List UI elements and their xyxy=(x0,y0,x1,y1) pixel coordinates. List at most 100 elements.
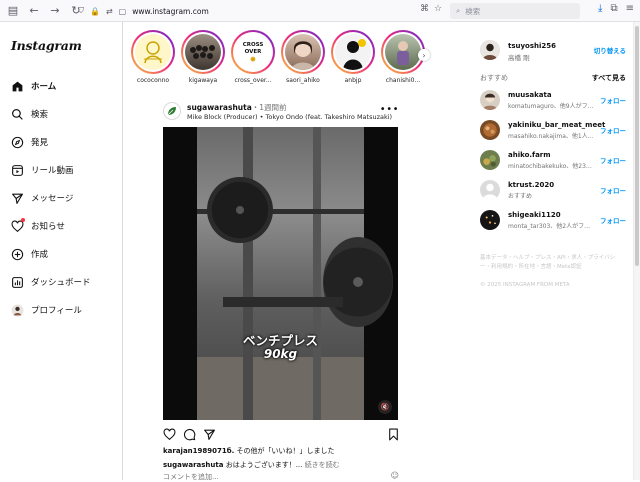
search-icon: ⌕ xyxy=(456,6,461,15)
default-avatar-icon[interactable] xyxy=(480,180,500,200)
likes-user[interactable]: karajan1989071б. xyxy=(163,447,234,455)
suggestion-subtitle: monta_tar303、他2人がフォロー中 xyxy=(508,223,596,230)
see-all-link[interactable]: すべて見る xyxy=(592,73,626,83)
permissions-icon[interactable]: ⇄ xyxy=(106,7,113,16)
url-text[interactable]: www.instagram.com xyxy=(132,7,209,16)
suggestion-avatar[interactable] xyxy=(480,120,500,140)
post-audio[interactable]: Mike Block (Producer) • Tokyo Ondo (feat… xyxy=(187,113,392,121)
follow-button[interactable]: フォロー xyxy=(600,155,626,165)
switch-account-button[interactable]: 切り替える xyxy=(594,45,626,55)
post-author[interactable]: sugawarashuta・1週間前 xyxy=(187,102,287,113)
follow-button[interactable]: フォロー xyxy=(600,125,626,135)
instagram-logo[interactable]: Instagram xyxy=(11,38,82,53)
reels-icon xyxy=(10,163,24,177)
caption-more-link[interactable]: 続きを読む xyxy=(305,461,340,469)
suggestion-avatar[interactable] xyxy=(480,90,500,110)
sidebar-toggle-icon[interactable]: ▤ xyxy=(5,3,21,19)
story-item[interactable]: anbjp xyxy=(328,30,378,84)
nav-notifications[interactable]: お知らせ xyxy=(10,217,65,235)
post-author-avatar[interactable] xyxy=(163,102,181,120)
nav-reels[interactable]: リール動画 xyxy=(10,161,74,179)
suggestion-username[interactable]: shigeaki1120 xyxy=(508,211,561,219)
follow-button[interactable]: フォロー xyxy=(600,215,626,225)
video-bench xyxy=(223,297,343,307)
current-username[interactable]: tsuyoshi256 xyxy=(508,42,556,50)
emoji-icon[interactable]: ☺ xyxy=(391,471,399,480)
nav-messages[interactable]: メッセージ xyxy=(10,189,73,207)
scrollbar-thumb[interactable] xyxy=(635,26,639,266)
current-user-avatar[interactable] xyxy=(480,40,500,60)
lock-icon[interactable]: 🔒 xyxy=(90,7,100,16)
post-caption: sugawarashuta おはようございます！... 続きを読む xyxy=(163,460,340,470)
home-icon xyxy=(10,79,24,93)
profile-avatar xyxy=(10,303,24,317)
plus-square-icon xyxy=(10,247,24,261)
suggestion-username[interactable]: muusakata xyxy=(508,91,552,99)
bookmark-star-icon[interactable]: ☆ xyxy=(434,4,442,14)
address-bar[interactable]: ⛉ 🔒 ⇄ ▢ www.instagram.com xyxy=(78,3,443,19)
story-item[interactable]: cococonno xyxy=(128,30,178,84)
back-icon[interactable]: ← xyxy=(26,3,42,19)
nav-home[interactable]: ホーム xyxy=(10,77,56,95)
send-icon xyxy=(10,191,24,205)
nav-dashboard[interactable]: ダッシュボード xyxy=(10,273,91,291)
video-plate-left xyxy=(207,177,273,243)
search-placeholder: 検索 xyxy=(465,6,481,16)
story-item[interactable]: CROSS OVER ✸ cross_over... xyxy=(228,30,278,84)
story-item[interactable]: kigawaya xyxy=(178,30,228,84)
translate-icon[interactable]: ⌘ xyxy=(420,4,429,14)
extensions-icon[interactable]: ⧉ xyxy=(610,3,617,14)
video-plate-right xyxy=(323,237,393,327)
follow-button[interactable]: フォロー xyxy=(600,185,626,195)
post-video[interactable]: ベンチプレス 90kg 🔇 xyxy=(163,127,398,420)
browser-toolbar: ▤ ← → ↻ ⛉ 🔒 ⇄ ▢ www.instagram.com ⌘ ☆ ⌕ … xyxy=(0,0,640,22)
nav-label: お知らせ xyxy=(31,222,65,232)
story-name: chanishi0... xyxy=(385,77,421,84)
suggestion-subtitle: masahiko.nakajima、他1人がフォロー中 xyxy=(508,133,596,140)
menu-icon[interactable]: ≡ xyxy=(626,3,634,14)
story-name: cococonno xyxy=(136,77,170,84)
nav-label: プロフィール xyxy=(31,306,82,316)
download-icon[interactable]: ⤓ xyxy=(598,3,602,14)
comment-input[interactable]: コメントを追加... ☺ xyxy=(163,471,399,482)
chevron-right-icon[interactable]: › xyxy=(418,49,430,61)
suggestion-item: ahiko.farm minatochibakekuko、他23人がフォロー中 … xyxy=(480,150,626,172)
stories-tray: cococonno kigawaya CROSS OVER ✸ cross_ov… xyxy=(122,30,437,90)
comment-icon[interactable] xyxy=(183,428,196,443)
bookmark-icon[interactable] xyxy=(388,428,399,443)
suggestion-subtitle: komatumaguro、他9人がフォロー中 xyxy=(508,103,596,110)
caption-username[interactable]: sugawarashuta xyxy=(163,461,223,469)
post-username[interactable]: sugawarashuta xyxy=(187,103,252,112)
suggestion-item: yakiniku_bar_meat_meet masahiko.nakajima… xyxy=(480,120,626,142)
suggestion-username[interactable]: yakiniku_bar_meat_meet xyxy=(508,121,605,129)
suggestion-username[interactable]: ktrust.2020 xyxy=(508,181,554,189)
suggestion-avatar[interactable] xyxy=(480,210,500,230)
nav-label: 発見 xyxy=(31,138,49,148)
footer-links[interactable]: 基本データ・ヘルプ・プレス・API・求人・プライバシー・利用規約・所在地・言語・… xyxy=(480,254,626,272)
story-item[interactable]: saori_ahiko xyxy=(278,30,328,84)
suggestion-item: shigeaki1120 monta_tar303、他2人がフォロー中 フォロー xyxy=(480,210,626,232)
suggestion-subtitle: おすすめ xyxy=(508,193,533,200)
story-name: cross_over... xyxy=(234,77,272,84)
nav-explore[interactable]: 発見 xyxy=(10,133,48,151)
search-input[interactable]: ⌕ 検索 xyxy=(450,3,580,19)
nav-search[interactable]: 検索 xyxy=(10,105,48,123)
page-scrollbar[interactable] xyxy=(633,22,640,480)
story-avatar xyxy=(135,34,171,70)
mute-icon[interactable]: 🔇 xyxy=(378,400,392,414)
likes-line: karajan1989071б. その他が「いいね！」しました xyxy=(163,446,335,456)
story-name: anbjp xyxy=(344,77,362,84)
share-icon[interactable] xyxy=(203,428,216,443)
nav-profile[interactable]: プロフィール xyxy=(10,301,82,319)
page-icon: ▢ xyxy=(118,6,127,16)
shield-icon[interactable]: ⛉ xyxy=(78,6,84,16)
follow-button[interactable]: フォロー xyxy=(600,95,626,105)
like-icon[interactable] xyxy=(163,428,176,443)
current-name: 高橋 剛 xyxy=(508,54,530,62)
suggestions-header: おすすめ すべて見る xyxy=(480,73,626,83)
more-options-icon[interactable]: ••• xyxy=(380,104,399,115)
nav-create[interactable]: 作成 xyxy=(10,245,48,263)
suggestion-avatar[interactable] xyxy=(480,150,500,170)
suggestion-username[interactable]: ahiko.farm xyxy=(508,151,551,159)
forward-icon[interactable]: → xyxy=(47,3,63,19)
